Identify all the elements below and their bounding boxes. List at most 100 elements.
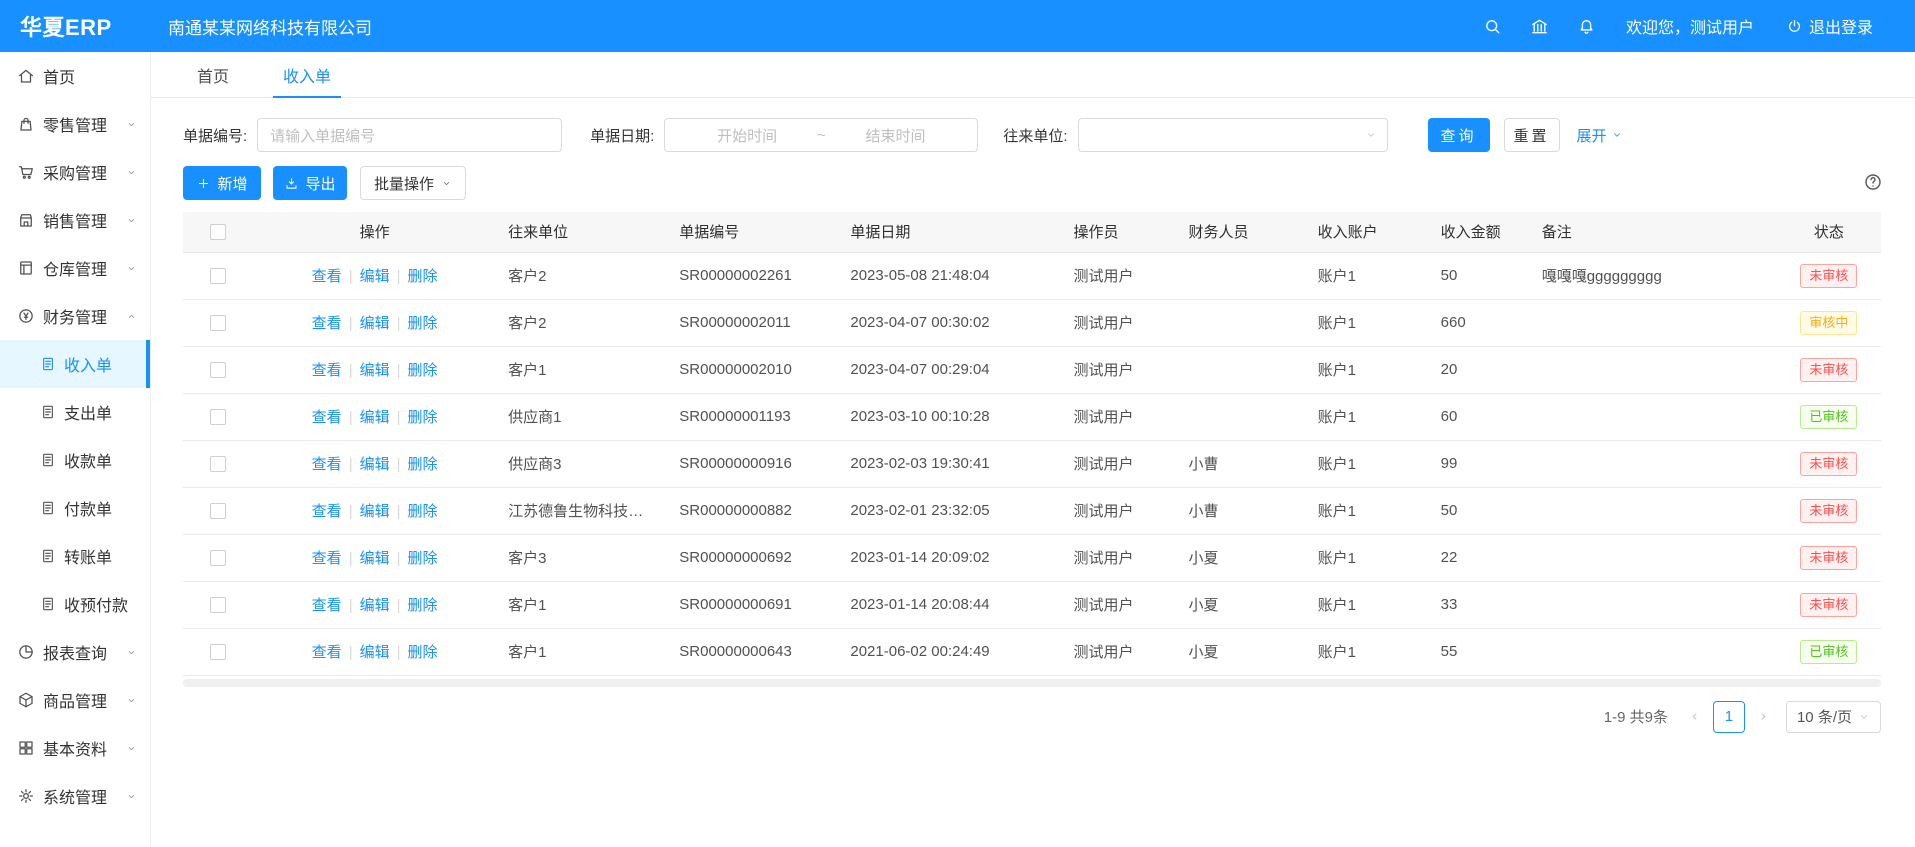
platform-icon[interactable] (1530, 17, 1549, 36)
sidebar-item-label: 基本资料 (43, 736, 107, 760)
table-row: 查看|编辑|删除客户1SR000000006912023-01-14 20:08… (183, 581, 1881, 628)
view-link[interactable]: 查看 (312, 597, 342, 614)
row-checkbox[interactable] (210, 409, 226, 425)
edit-link[interactable]: 编辑 (360, 409, 390, 426)
date-range-separator: ~ (817, 127, 826, 144)
sidebar-item-home[interactable]: 首页 (0, 52, 150, 100)
add-button[interactable]: 新增 (183, 166, 261, 200)
export-icon (284, 176, 299, 191)
sidebar-item-sales[interactable]: 销售管理 (0, 196, 150, 244)
sidebar-item-prepaid-bill[interactable]: 收预付款 (0, 580, 150, 628)
next-page-icon[interactable] (1757, 710, 1770, 723)
system-icon (17, 787, 35, 805)
doc-icon (40, 500, 56, 516)
cell-income-amount: 20 (1429, 346, 1530, 393)
reset-button[interactable]: 重置 (1504, 118, 1560, 152)
sidebar-item-expense-bill[interactable]: 支出单 (0, 388, 150, 436)
cell-bill-date: 2023-02-01 23:32:05 (838, 487, 1061, 534)
sidebar-item-label: 报表查询 (43, 640, 107, 664)
search-icon[interactable] (1483, 17, 1502, 36)
row-checkbox[interactable] (210, 315, 226, 331)
view-link[interactable]: 查看 (312, 456, 342, 473)
bill-date-range-input[interactable]: 开始时间 ~ 结束时间 (664, 118, 978, 152)
view-link[interactable]: 查看 (312, 268, 342, 285)
view-link[interactable]: 查看 (312, 362, 342, 379)
sidebar-item-purchase[interactable]: 采购管理 (0, 148, 150, 196)
row-checkbox[interactable] (210, 644, 226, 660)
sidebar-item-goods[interactable]: 商品管理 (0, 676, 150, 724)
edit-link[interactable]: 编辑 (360, 597, 390, 614)
delete-link[interactable]: 删除 (408, 268, 438, 285)
expand-link[interactable]: 展开 (1577, 125, 1623, 146)
row-checkbox[interactable] (210, 550, 226, 566)
tab-income-bill[interactable]: 收入单 (273, 52, 341, 97)
page-number-button[interactable]: 1 (1713, 701, 1745, 733)
cell-action: 查看|编辑|删除 (253, 393, 496, 440)
delete-link[interactable]: 删除 (408, 315, 438, 332)
row-checkbox[interactable] (210, 503, 226, 519)
cell-income-account: 账户1 (1306, 346, 1429, 393)
view-link[interactable]: 查看 (312, 409, 342, 426)
sidebar-item-payment-bill[interactable]: 付款单 (0, 484, 150, 532)
sidebar-item-finance[interactable]: 财务管理 (0, 292, 150, 340)
view-link[interactable]: 查看 (312, 315, 342, 332)
sidebar-item-transfer-bill[interactable]: 转账单 (0, 532, 150, 580)
delete-link[interactable]: 删除 (408, 456, 438, 473)
delete-link[interactable]: 删除 (408, 409, 438, 426)
cell-remark (1530, 440, 1777, 487)
search-button[interactable]: 查询 (1428, 118, 1490, 152)
chevron-down-icon (1365, 129, 1377, 141)
sidebar-item-warehouse[interactable]: 仓库管理 (0, 244, 150, 292)
edit-link[interactable]: 编辑 (360, 644, 390, 661)
unit-label: 往来单位: (1003, 125, 1067, 146)
chevron-up-icon (126, 311, 137, 322)
link-separator: | (349, 503, 353, 520)
cell-finance-staff: 小夏 (1177, 628, 1306, 675)
sidebar-item-report[interactable]: 报表查询 (0, 628, 150, 676)
delete-link[interactable]: 删除 (408, 503, 438, 520)
edit-link[interactable]: 编辑 (360, 456, 390, 473)
delete-link[interactable]: 删除 (408, 550, 438, 567)
view-link[interactable]: 查看 (312, 503, 342, 520)
select-all-checkbox[interactable] (210, 224, 226, 240)
edit-link[interactable]: 编辑 (360, 362, 390, 379)
edit-link[interactable]: 编辑 (360, 550, 390, 567)
bill-no-input[interactable]: 请输入单据编号 (257, 118, 562, 152)
delete-link[interactable]: 删除 (408, 644, 438, 661)
sidebar-item-receipt-bill[interactable]: 收款单 (0, 436, 150, 484)
edit-link[interactable]: 编辑 (360, 315, 390, 332)
edit-link[interactable]: 编辑 (360, 503, 390, 520)
cell-action: 查看|编辑|删除 (253, 534, 496, 581)
cell-unit: 客户1 (496, 346, 667, 393)
status-badge: 未审核 (1800, 264, 1857, 288)
export-button[interactable]: 导出 (273, 166, 347, 200)
help-icon[interactable] (1863, 172, 1883, 192)
row-checkbox[interactable] (210, 268, 226, 284)
delete-link[interactable]: 删除 (408, 362, 438, 379)
prev-page-icon[interactable] (1688, 710, 1701, 723)
unit-select[interactable] (1078, 118, 1388, 152)
view-link[interactable]: 查看 (312, 644, 342, 661)
horizontal-scrollbar[interactable] (183, 679, 1881, 687)
cell-finance-staff: 小曹 (1177, 487, 1306, 534)
view-link[interactable]: 查看 (312, 550, 342, 567)
link-separator: | (349, 362, 353, 379)
notification-bell-icon[interactable] (1577, 17, 1596, 36)
sidebar-item-basic-data[interactable]: 基本资料 (0, 724, 150, 772)
cell-bill-no: SR00000002261 (667, 252, 838, 299)
row-checkbox[interactable] (210, 362, 226, 378)
edit-link[interactable]: 编辑 (360, 268, 390, 285)
row-checkbox[interactable] (210, 597, 226, 613)
delete-link[interactable]: 删除 (408, 597, 438, 614)
sidebar-item-retail[interactable]: 零售管理 (0, 100, 150, 148)
sidebar-item-system[interactable]: 系统管理 (0, 772, 150, 820)
page-size-select[interactable]: 10 条/页 (1786, 701, 1881, 733)
row-checkbox[interactable] (210, 456, 226, 472)
tab-home[interactable]: 首页 (187, 52, 239, 97)
app-logo: 华夏ERP (0, 10, 151, 42)
batch-operations-button[interactable]: 批量操作 (360, 166, 466, 200)
logout-button[interactable]: 退出登录 (1786, 14, 1873, 38)
sidebar-item-income-bill[interactable]: 收入单 (0, 340, 150, 388)
add-label: 新增 (217, 173, 247, 194)
chevron-down-icon (126, 647, 137, 658)
